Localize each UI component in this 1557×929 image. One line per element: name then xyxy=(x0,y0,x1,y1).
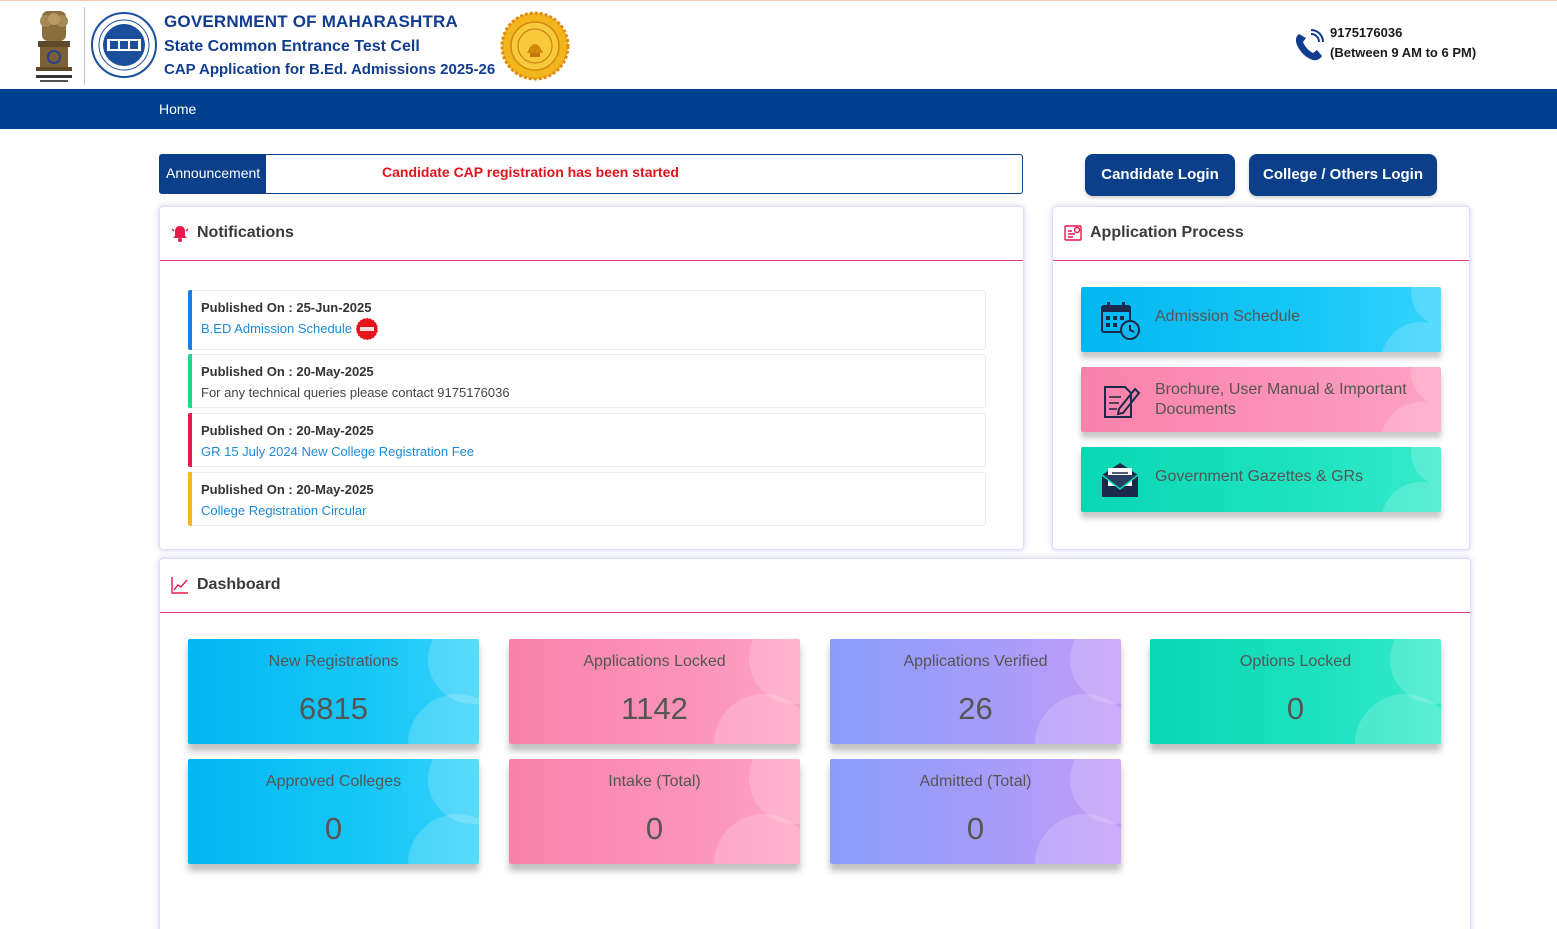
stat-value: 0 xyxy=(1286,691,1305,726)
notifications-header: Notifications xyxy=(160,207,1023,261)
notification-published-date: Published On : 25-Jun-2025 xyxy=(201,300,372,315)
candidate-login-button[interactable]: Candidate Login xyxy=(1085,154,1235,196)
cet-cell-logo-icon xyxy=(91,12,157,78)
header-title-cap: CAP Application for B.Ed. Admissions 202… xyxy=(164,61,496,78)
notification-published-date: Published On : 20-May-2025 xyxy=(201,423,374,438)
header-title-cell: State Common Entrance Test Cell xyxy=(164,38,420,55)
notification-text: For any technical queries please contact… xyxy=(201,385,510,400)
notification-item: Published On : 20-May-2025 GR 15 July 20… xyxy=(188,413,986,467)
notifications-panel: Notifications Published On : 25-Jun-2025… xyxy=(159,206,1024,550)
notification-item: Published On : 20-May-2025 College Regis… xyxy=(188,472,986,526)
brochure-label-line1: Brochure, User Manual & Important xyxy=(1155,381,1407,398)
notification-published-date: Published On : 20-May-2025 xyxy=(201,364,374,379)
stat-label: Applications Verified xyxy=(903,653,1048,670)
national-emblem-icon xyxy=(36,11,72,82)
notification-color-bar xyxy=(188,472,192,526)
notification-item: Published On : 25-Jun-2025 B.ED Admissio… xyxy=(188,290,986,350)
stat-card-admitted-total: Admitted (Total) 0 xyxy=(830,759,1121,864)
notification-color-bar xyxy=(188,290,192,350)
phone-icon xyxy=(1295,29,1324,61)
stat-card-applications-locked: Applications Locked 1142 xyxy=(509,639,800,744)
calendar-clock-icon xyxy=(1101,302,1140,340)
decor-circle xyxy=(1381,322,1441,352)
application-process-title: Application Process xyxy=(1090,224,1244,241)
decor-circle xyxy=(1411,367,1441,407)
announcement-label: Announcement xyxy=(160,155,266,193)
stat-label: Options Locked xyxy=(1239,653,1352,670)
brochure-documents-button[interactable]: Brochure, User Manual & Important Docume… xyxy=(1081,367,1441,432)
stat-value: 0 xyxy=(645,811,664,846)
notification-link[interactable]: GR 15 July 2024 New College Registration… xyxy=(201,444,474,459)
stat-card-new-registrations: New Registrations 6815 xyxy=(188,639,479,744)
application-process-header: Application Process xyxy=(1053,207,1469,261)
notification-link[interactable]: B.ED Admission Schedule xyxy=(201,321,352,336)
site-header: GOVERNMENT OF MAHARASHTRA State Common E… xyxy=(0,0,1557,89)
header-title-block: GOVERNMENT OF MAHARASHTRA State Common E… xyxy=(164,12,495,79)
document-pen-icon xyxy=(1104,386,1141,418)
announcement-text: Candidate CAP registration has been star… xyxy=(382,164,679,180)
contact-phone-number: 9175176036 xyxy=(1330,25,1403,40)
decor-circle xyxy=(1411,287,1441,327)
stat-label: Approved Colleges xyxy=(265,773,402,790)
decor-circle xyxy=(1411,447,1441,487)
process-icon xyxy=(1064,225,1082,241)
notification-color-bar xyxy=(188,354,192,408)
dashboard-header: Dashboard xyxy=(160,559,1470,613)
stat-card-approved-colleges: Approved Colleges 0 xyxy=(188,759,479,864)
header-divider xyxy=(84,7,85,85)
government-gazettes-button[interactable]: Government Gazettes & GRs xyxy=(1081,447,1441,512)
notification-item: Published On : 20-May-2025 For any techn… xyxy=(188,354,986,408)
dashboard-panel: Dashboard New Registrations 6815 Applica… xyxy=(159,558,1471,929)
envelope-letter-icon xyxy=(1101,463,1139,497)
government-gazettes-label: Government Gazettes & GRs xyxy=(1155,468,1364,485)
notifications-title: Notifications xyxy=(197,224,294,241)
admission-schedule-label: Admission Schedule xyxy=(1155,308,1300,325)
bell-icon xyxy=(171,226,189,242)
decor-circle xyxy=(1381,482,1441,512)
stat-value: 0 xyxy=(324,811,343,846)
main-navbar: Home xyxy=(0,89,1557,129)
line-chart-icon xyxy=(171,577,188,594)
nav-home-link[interactable]: Home xyxy=(159,101,196,117)
stat-value: 0 xyxy=(966,811,985,846)
dashboard-title: Dashboard xyxy=(197,576,281,593)
college-others-login-button[interactable]: College / Others Login xyxy=(1249,154,1437,196)
stat-label: Admitted (Total) xyxy=(919,773,1032,790)
stat-value: 1142 xyxy=(621,691,688,726)
stat-value: 6815 xyxy=(299,691,368,726)
stat-value: 26 xyxy=(958,691,993,726)
admission-schedule-button[interactable]: Admission Schedule xyxy=(1081,287,1441,352)
announcement-bar: Announcement Candidate CAP registration … xyxy=(159,154,1023,194)
header-title-government: GOVERNMENT OF MAHARASHTRA xyxy=(164,12,458,31)
brochure-documents-label: Brochure, User Manual & Important Docume… xyxy=(1155,380,1407,420)
stat-label: Applications Locked xyxy=(583,653,726,670)
application-process-panel: Application Process Admission Schedule B… xyxy=(1052,206,1470,550)
notification-published-date: Published On : 20-May-2025 xyxy=(201,482,374,497)
stat-label: New Registrations xyxy=(268,653,399,670)
notification-color-bar xyxy=(188,413,192,467)
stat-card-applications-verified: Applications Verified 26 xyxy=(830,639,1121,744)
contact-info: 9175176036 (Between 9 AM to 6 PM) xyxy=(1330,23,1476,63)
brochure-label-line2: Documents xyxy=(1155,401,1236,418)
maharashtra-seal-icon xyxy=(500,11,570,81)
stat-card-options-locked: Options Locked 0 xyxy=(1150,639,1441,744)
notification-link[interactable]: College Registration Circular xyxy=(201,503,366,518)
new-badge-icon xyxy=(355,317,379,341)
stat-label: Intake (Total) xyxy=(608,773,701,790)
contact-hours: (Between 9 AM to 6 PM) xyxy=(1330,45,1477,60)
stat-card-intake-total: Intake (Total) 0 xyxy=(509,759,800,864)
